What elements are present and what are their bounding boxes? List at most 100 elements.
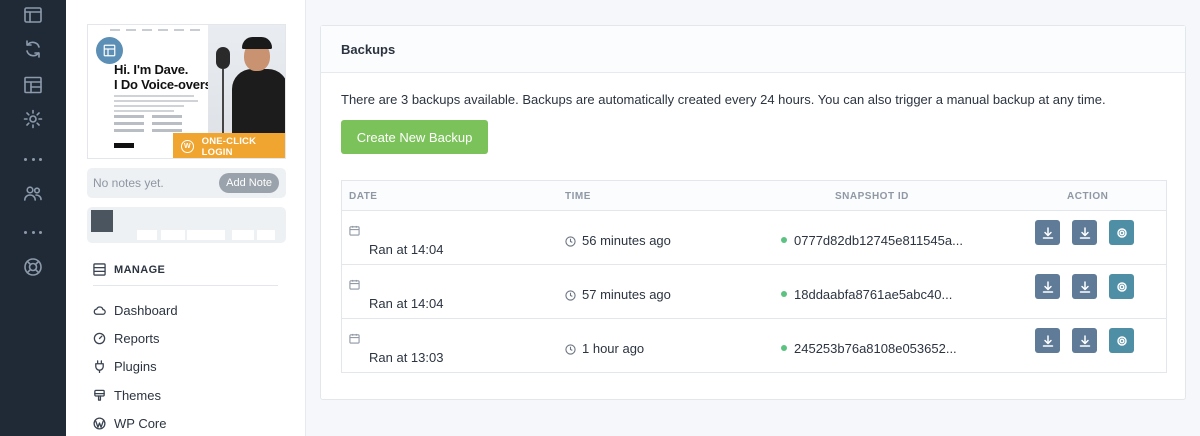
backups-card: Backups There are 3 backups available. B… (320, 25, 1186, 400)
status-dot-icon (781, 291, 787, 297)
download-icon (1079, 280, 1090, 293)
menu-item-label: Reports (114, 331, 160, 347)
gear-icon (1116, 227, 1127, 238)
backup-time: 1 hour ago (582, 341, 645, 356)
more-dots-icon[interactable] (24, 229, 42, 235)
backup-time: 56 minutes ago (582, 233, 671, 248)
app-rail (0, 0, 66, 436)
backups-title: Backups (341, 41, 396, 57)
download-button[interactable] (1035, 328, 1060, 353)
menu-item-themes[interactable]: Themes (93, 381, 178, 409)
row-actions (1035, 274, 1134, 299)
calendar-icon (349, 223, 360, 236)
thumbnail-cta (114, 143, 134, 148)
thumbnail-photo (208, 25, 285, 133)
settings-button[interactable] (1109, 274, 1134, 299)
snapshot-id: 0777d82db12745e811545a... (794, 233, 963, 248)
menu-item-dashboard[interactable]: Dashboard (93, 296, 178, 324)
site-info-box (87, 207, 286, 243)
create-new-backup-button[interactable]: Create New Backup (341, 120, 488, 154)
hero-line-2: I Do Voice-overs. (114, 77, 216, 92)
calendar-icon (349, 331, 360, 344)
site-sidebar: Hi. I'm Dave. I Do Voice-overs. W ONE-CL… (66, 0, 306, 436)
wordpress-icon (93, 417, 106, 430)
clock-icon (565, 342, 576, 355)
row-actions (1035, 220, 1134, 245)
cloud-icon (93, 306, 106, 315)
backups-card-header: Backups (321, 26, 1185, 73)
settings-button[interactable] (1109, 220, 1134, 245)
menu-item-label: Plugins (114, 359, 157, 375)
manage-menu: Dashboard Reports Plugins Themes WP Core (93, 296, 178, 436)
brush-icon (94, 389, 105, 401)
column-date: DATE (349, 191, 378, 202)
manage-divider (93, 285, 278, 286)
menu-item-plugins[interactable]: Plugins (93, 353, 178, 381)
menu-item-label: Dashboard (114, 302, 178, 318)
menu-item-label: WP Core (114, 416, 167, 432)
hero-line-1: Hi. I'm Dave. (114, 62, 189, 77)
gear-icon (1116, 335, 1127, 346)
wordpress-icon: W (181, 140, 194, 153)
menu-item-reports[interactable]: Reports (93, 324, 178, 352)
manage-icon (93, 263, 106, 276)
site-thumbnail[interactable]: Hi. I'm Dave. I Do Voice-overs. W ONE-CL… (87, 24, 286, 159)
notes-text: No notes yet. (93, 176, 164, 190)
column-action: ACTION (1067, 191, 1109, 202)
column-time: TIME (565, 191, 591, 202)
download-button[interactable] (1072, 328, 1097, 353)
table-row: Ran at 13:03 1 hour ago 245253b76a8108e0… (342, 319, 1166, 373)
snapshot-id: 18ddaabfa8761ae5abc40... (794, 287, 953, 302)
menu-item-wp-core[interactable]: WP Core (93, 410, 178, 436)
lifebuoy-icon[interactable] (22, 256, 44, 278)
snapshot-id: 245253b76a8108e053652... (794, 341, 957, 356)
clock-icon (565, 288, 576, 301)
gear-icon (1116, 281, 1127, 292)
table-row: Ran at 14:04 56 minutes ago 0777d82db127… (342, 211, 1166, 265)
clock-icon (565, 234, 576, 247)
column-snapshot-id: SNAPSHOT ID (835, 191, 909, 202)
backup-time: 57 minutes ago (582, 287, 671, 302)
add-note-button[interactable]: Add Note (219, 173, 279, 193)
download-icon (1079, 226, 1090, 239)
one-click-login-label: ONE-CLICK LOGIN (201, 135, 257, 158)
row-actions (1035, 328, 1134, 353)
plug-icon (95, 360, 104, 374)
settings-button[interactable] (1109, 328, 1134, 353)
backups-description: There are 3 backups available. Backups a… (341, 92, 1106, 107)
notes-bar: No notes yet. Add Note (87, 168, 286, 198)
site-layout-icon (96, 37, 123, 64)
refresh-icon[interactable] (22, 38, 44, 60)
calendar-icon (349, 277, 360, 290)
download-icon (1042, 280, 1053, 293)
status-dot-icon (781, 237, 787, 243)
backup-date: Ran at 14:04 (369, 296, 444, 311)
download-button[interactable] (1072, 274, 1097, 299)
more-dots-icon[interactable] (24, 156, 42, 162)
download-icon (1042, 226, 1053, 239)
table-header: DATE TIME SNAPSHOT ID ACTION (342, 181, 1166, 211)
backup-date: Ran at 13:03 (369, 350, 444, 365)
gauge-icon (93, 332, 106, 345)
thumbnail-feature-list (114, 115, 182, 132)
status-dot-icon (781, 345, 787, 351)
download-button[interactable] (1035, 220, 1060, 245)
backup-date: Ran at 14:04 (369, 242, 444, 257)
download-icon (1079, 334, 1090, 347)
users-icon[interactable] (22, 182, 44, 204)
backups-table: DATE TIME SNAPSHOT ID ACTION Ran at 14:0… (341, 180, 1167, 373)
template-icon[interactable] (22, 74, 44, 96)
download-icon (1042, 334, 1053, 347)
one-click-login-button[interactable]: W ONE-CLICK LOGIN (173, 133, 285, 158)
layout-icon[interactable] (22, 4, 44, 26)
gear-icon[interactable] (22, 108, 44, 130)
manage-heading-label: MANAGE (114, 263, 166, 276)
download-button[interactable] (1035, 274, 1060, 299)
table-row: Ran at 14:04 57 minutes ago 18ddaabfa876… (342, 265, 1166, 319)
thumbnail-hero-text: Hi. I'm Dave. I Do Voice-overs. (114, 62, 215, 92)
download-button[interactable] (1072, 220, 1097, 245)
manage-heading: MANAGE (93, 263, 165, 276)
site-avatar (91, 210, 113, 232)
thumbnail-nav (110, 29, 200, 31)
thumbnail-text-lines (114, 95, 199, 115)
